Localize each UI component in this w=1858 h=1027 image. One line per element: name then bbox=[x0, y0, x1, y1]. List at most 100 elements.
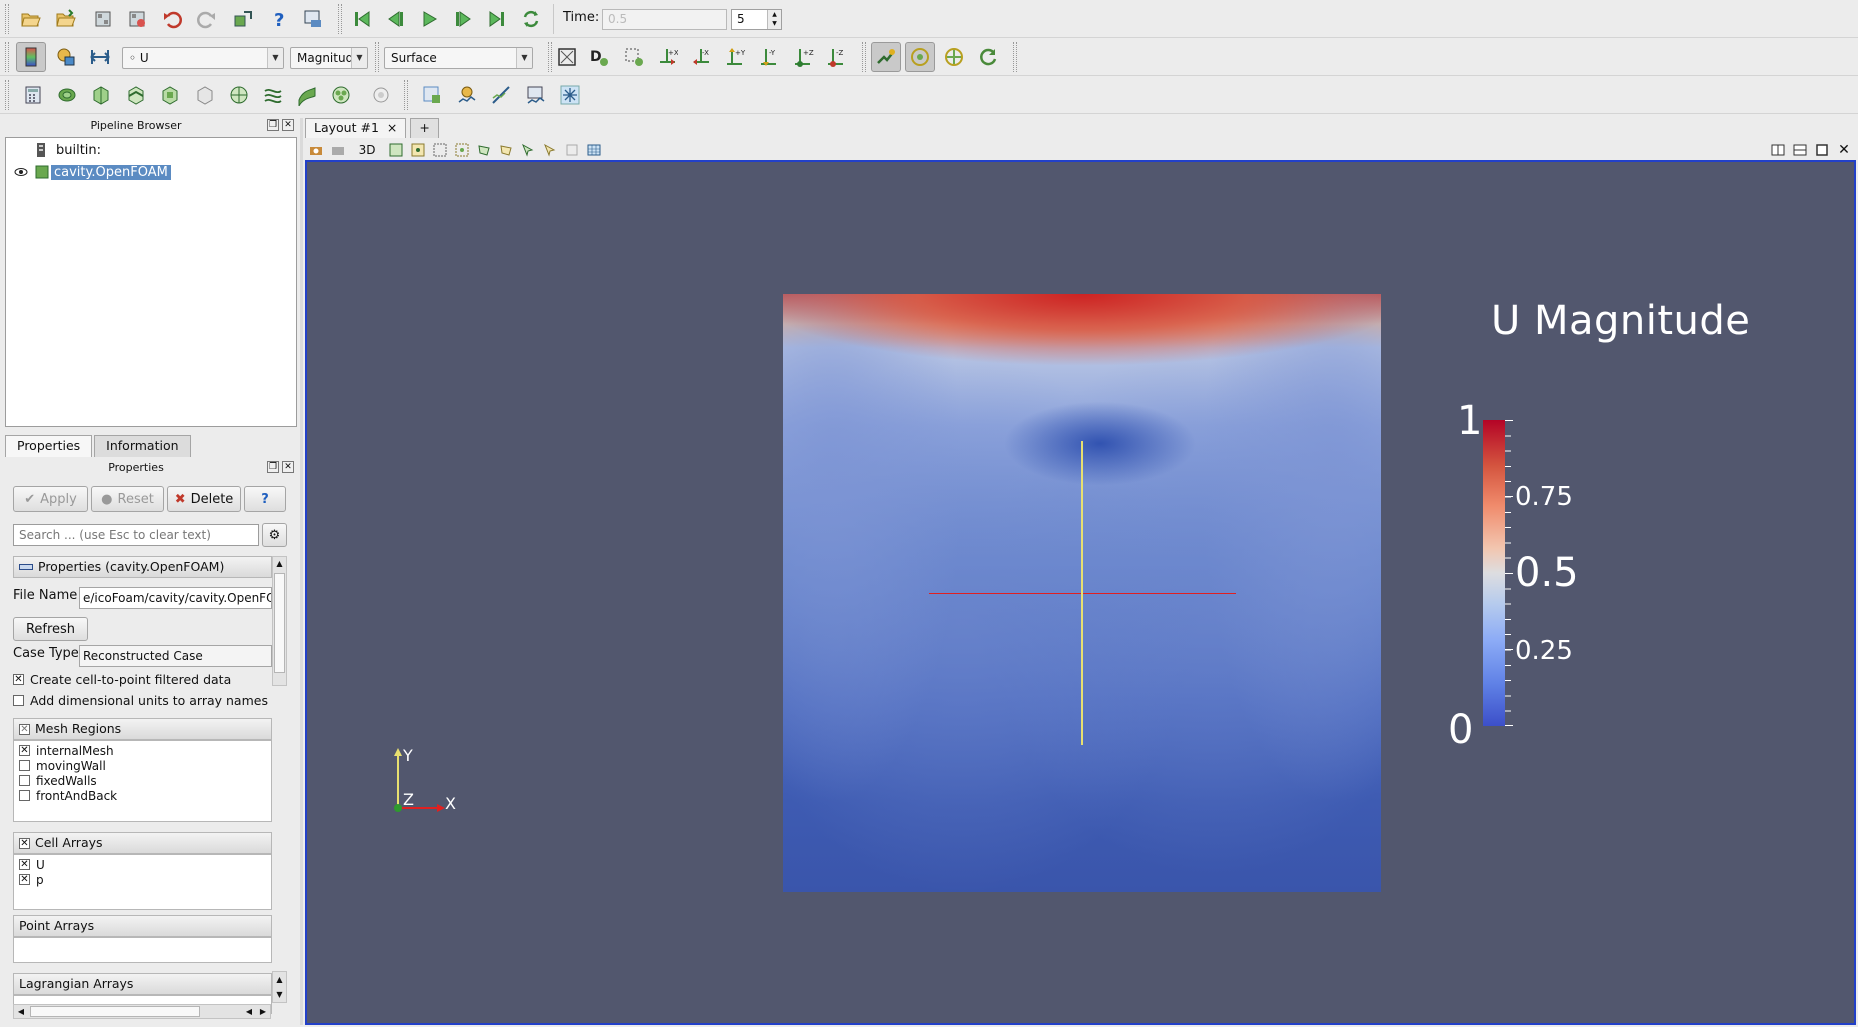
timestep-spinbox[interactable]: 5 ▲ ▼ bbox=[731, 9, 782, 30]
capture-screenshot-button[interactable] bbox=[305, 141, 327, 159]
select-cells-on-button[interactable] bbox=[385, 141, 407, 159]
pipeline-browser[interactable]: builtin: cavity.OpenFOAM bbox=[5, 137, 297, 427]
list-item[interactable]: ✕ p bbox=[14, 872, 271, 887]
advanced-properties-button[interactable]: ⚙ bbox=[262, 523, 287, 547]
maximize-view-button[interactable] bbox=[1811, 141, 1833, 159]
select-polygon-cells-button[interactable] bbox=[473, 141, 495, 159]
list-item[interactable]: ✕ internalMesh bbox=[14, 743, 271, 758]
reset-button[interactable]: ● Reset bbox=[91, 486, 164, 512]
point-arrays-header[interactable]: Point Arrays bbox=[13, 915, 272, 937]
undock-icon[interactable]: ❐ bbox=[267, 119, 279, 131]
list-item[interactable]: movingWall bbox=[14, 758, 271, 773]
glyph-button[interactable] bbox=[224, 80, 254, 110]
reset-center-button[interactable] bbox=[973, 42, 1003, 72]
previous-frame-button[interactable] bbox=[381, 4, 411, 34]
eye-icon[interactable] bbox=[14, 165, 28, 179]
select-points-on-button[interactable] bbox=[407, 141, 429, 159]
pipeline-item-cavity-openfoam[interactable]: cavity.OpenFOAM bbox=[14, 164, 171, 180]
extract-level-button[interactable] bbox=[366, 80, 396, 110]
list-item[interactable]: ✕ U bbox=[14, 857, 271, 872]
grow-selection-button[interactable] bbox=[583, 141, 605, 159]
toolbar-grip[interactable] bbox=[1013, 42, 1017, 72]
plot-selection-button[interactable] bbox=[452, 80, 482, 110]
view-minus-y-button[interactable]: -Y bbox=[754, 42, 784, 72]
add-units-checkbox[interactable]: Add dimensional units to array names bbox=[13, 693, 268, 708]
cell-arrays-header[interactable]: ✕ Cell Arrays bbox=[13, 832, 272, 854]
close-icon[interactable]: × bbox=[387, 120, 397, 135]
scroll-left-icon[interactable]: ◀ bbox=[14, 1005, 28, 1018]
scroll-left-icon[interactable]: ◀ bbox=[242, 1005, 256, 1018]
python-shell-button[interactable] bbox=[555, 80, 585, 110]
panel-splitter[interactable] bbox=[300, 118, 303, 1025]
undo-button[interactable] bbox=[158, 4, 188, 34]
split-horizontal-button[interactable] bbox=[1767, 141, 1789, 159]
tab-layout-1[interactable]: Layout #1 × bbox=[305, 118, 407, 138]
scroll-down-icon[interactable]: ▼ bbox=[273, 987, 286, 1002]
select-polygon-points-button[interactable] bbox=[495, 141, 517, 159]
close-icon[interactable]: ✕ bbox=[282, 461, 294, 473]
slice-button[interactable] bbox=[121, 80, 151, 110]
reset-camera-button[interactable] bbox=[552, 42, 582, 72]
toolbar-grip[interactable] bbox=[5, 4, 9, 34]
add-layout-tab-button[interactable]: + bbox=[410, 118, 439, 138]
calculator-button[interactable] bbox=[18, 80, 48, 110]
view-plus-x-button[interactable]: +X bbox=[652, 42, 682, 72]
time-input[interactable]: 0.5 bbox=[602, 9, 727, 30]
scrollbar-handle[interactable] bbox=[274, 573, 285, 673]
component-select[interactable]: Magnitude ▼ bbox=[290, 47, 368, 69]
warp-by-vector-button[interactable] bbox=[292, 80, 322, 110]
interaction-mode-button[interactable] bbox=[871, 42, 901, 72]
spin-down-icon[interactable]: ▼ bbox=[768, 19, 781, 28]
hover-points-button[interactable] bbox=[539, 141, 561, 159]
loop-button[interactable] bbox=[516, 4, 546, 34]
clip-button[interactable] bbox=[86, 80, 116, 110]
color-variable-select[interactable]: ◦ U ▼ bbox=[122, 47, 284, 69]
properties-search-input[interactable]: Search ... (use Esc to clear text) bbox=[13, 524, 259, 546]
find-data-button[interactable] bbox=[298, 4, 328, 34]
center-axes-button[interactable] bbox=[905, 42, 935, 72]
view-plus-y-button[interactable]: +Y bbox=[720, 42, 750, 72]
redo-button[interactable] bbox=[191, 4, 221, 34]
extract-subset-button[interactable] bbox=[190, 80, 220, 110]
play-button[interactable] bbox=[414, 4, 444, 34]
open-file-button[interactable] bbox=[16, 4, 46, 34]
create-cell-to-point-checkbox[interactable]: ✕ Create cell-to-point filtered data bbox=[13, 672, 231, 687]
toolbar-grip[interactable] bbox=[5, 42, 9, 72]
pick-center-button[interactable] bbox=[939, 42, 969, 72]
close-icon[interactable]: ✕ bbox=[282, 119, 294, 131]
list-item[interactable]: fixedWalls bbox=[14, 773, 271, 788]
interactive-select-button[interactable] bbox=[517, 141, 539, 159]
toggle-3d-button[interactable]: 3D bbox=[349, 141, 385, 159]
edit-color-map-button[interactable] bbox=[51, 42, 81, 72]
zoom-to-box-button[interactable] bbox=[619, 42, 649, 72]
camera-undo-button[interactable] bbox=[327, 141, 349, 159]
stream-tracer-button[interactable] bbox=[258, 80, 288, 110]
case-type-select[interactable]: Reconstructed Case bbox=[79, 645, 272, 667]
scroll-up-icon[interactable]: ▲ bbox=[273, 972, 286, 987]
pipeline-item-builtin[interactable]: builtin: bbox=[34, 142, 101, 158]
select-points-through-button[interactable] bbox=[451, 141, 473, 159]
clear-selection-button[interactable] bbox=[561, 141, 583, 159]
connect-server-button[interactable] bbox=[228, 4, 258, 34]
representation-select[interactable]: Surface ▼ bbox=[384, 47, 533, 69]
view-plus-z-button[interactable]: +Z bbox=[788, 42, 818, 72]
plot-over-line-button[interactable] bbox=[486, 80, 516, 110]
scroll-right-icon[interactable]: ▶ bbox=[256, 1005, 270, 1018]
apply-button[interactable]: ✔ Apply bbox=[13, 486, 88, 512]
tab-properties[interactable]: Properties bbox=[5, 435, 93, 457]
extract-selection-button[interactable] bbox=[417, 80, 447, 110]
checkbox-checked-icon[interactable]: ✕ bbox=[19, 837, 30, 849]
last-frame-button[interactable] bbox=[482, 4, 512, 34]
rescale-range-button[interactable] bbox=[85, 42, 115, 72]
close-view-button[interactable]: ✕ bbox=[1833, 141, 1855, 159]
threshold-button[interactable] bbox=[155, 80, 185, 110]
group-datasets-button[interactable] bbox=[326, 80, 356, 110]
help-button[interactable]: ? bbox=[264, 4, 294, 34]
toolbar-grip[interactable] bbox=[404, 80, 408, 110]
next-frame-button[interactable] bbox=[448, 4, 478, 34]
plot-over-time-button[interactable] bbox=[521, 80, 551, 110]
properties-horizontal-scrollbar[interactable]: ◀ ◀ ▶ bbox=[13, 1004, 271, 1019]
first-frame-button[interactable] bbox=[347, 4, 377, 34]
toolbar-grip[interactable] bbox=[5, 80, 9, 110]
view-minus-z-button[interactable]: -Z bbox=[821, 42, 851, 72]
